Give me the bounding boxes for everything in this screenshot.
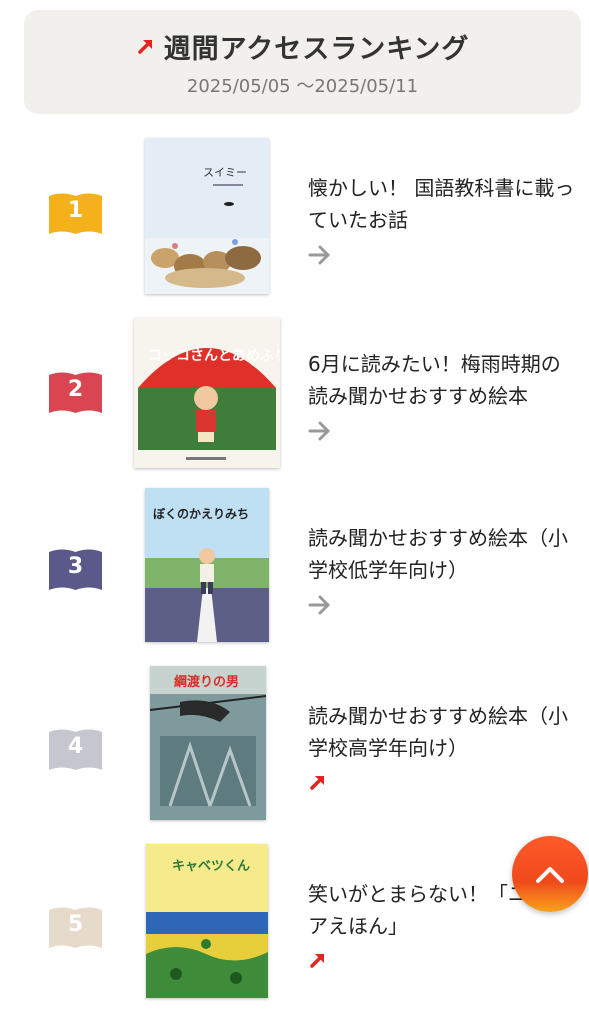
rank-badge: 2 <box>49 371 102 413</box>
rank-number: 3 <box>67 554 84 579</box>
book-cover-kokko-san[interactable]: コッコさんとあめふり <box>134 318 280 468</box>
book-cover-swimmy[interactable]: スイミー <box>145 138 269 294</box>
header-title-text: 週間アクセスランキング <box>163 33 470 65</box>
cover-title-text: ぼくのかえりみち <box>153 507 249 521</box>
rank-badge: 3 <box>49 548 102 590</box>
cover-title-text: 綱渡りの男 <box>174 674 239 690</box>
header-title: 週間アクセスランキング <box>136 27 470 66</box>
book-cover-tsunawatari-no-otoko[interactable]: 綱渡りの男 <box>150 666 266 820</box>
book-cover-cabbage-kun[interactable]: キャベツくん <box>146 844 268 998</box>
up-right-arrow-icon <box>137 40 152 54</box>
ranking-item-5[interactable]: 5 キャベツくん 笑いがとまらない！「ユーモアえほん」 <box>0 842 589 1020</box>
book-cover-boku-no-kaerimichi[interactable]: ぼくのかえりみち <box>145 488 269 642</box>
ranking-item-text: 読み聞かせおすすめ絵本（小学校低学年向け） <box>308 522 580 618</box>
rank-badge: 4 <box>49 728 102 770</box>
ranking-item-text: 6月に読みたい！梅雨時期の読み聞かせおすすめ絵本 <box>308 348 580 444</box>
ranking-item-text: 読み聞かせおすすめ絵本（小学校高学年向け） <box>308 700 580 796</box>
rank-number: 5 <box>67 912 84 937</box>
rank-number: 4 <box>67 734 84 759</box>
trend-indicator <box>308 950 580 974</box>
cover-title-text: スイミー <box>203 166 247 179</box>
ranking-header: 週間アクセスランキング 2025/05/05 ～2025/05/11 <box>24 10 581 114</box>
ranking-item-text: 懐かしい！ 国語教科書に載っていたお話 <box>308 172 580 268</box>
trend-indicator <box>308 772 580 796</box>
cover-title-text: キャベツくん <box>172 859 250 874</box>
right-arrow-icon <box>308 595 330 615</box>
trend-indicator <box>308 594 580 618</box>
ranking-item-title[interactable]: 懐かしい！ 国語教科書に載っていたお話 <box>308 172 580 236</box>
ranking-item-4[interactable]: 4 綱渡りの男 読み聞かせおすすめ絵本（小学校高学年向け） <box>0 664 589 842</box>
ranking-item-3[interactable]: 3 ぼくのかえりみち 読み聞かせおすすめ絵本（小学校低学年向け） <box>0 486 589 664</box>
ranking-list: 1 スイミー 懐かしい！ 国語教科書に載っていたお話 2 コッコさんとあめふり … <box>0 132 589 1020</box>
header-date-range: 2025/05/05 ～2025/05/11 <box>186 75 419 97</box>
cover-title-text: コッコさんとあめふり <box>148 348 280 364</box>
up-right-arrow-icon <box>310 954 324 968</box>
trend-indicator <box>308 420 580 444</box>
ranking-item-title[interactable]: 6月に読みたい！梅雨時期の読み聞かせおすすめ絵本 <box>308 348 580 412</box>
rank-badge: 1 <box>49 192 102 234</box>
trend-indicator <box>308 244 580 268</box>
right-arrow-icon <box>308 245 330 265</box>
ranking-item-title[interactable]: 読み聞かせおすすめ絵本（小学校低学年向け） <box>308 522 580 586</box>
rank-number: 2 <box>67 377 84 402</box>
ranking-item-2[interactable]: 2 コッコさんとあめふり 6月に読みたい！梅雨時期の読み聞かせおすすめ絵本 <box>0 308 589 486</box>
up-right-arrow-icon <box>310 776 324 790</box>
rank-number: 1 <box>67 198 84 223</box>
rank-badge: 5 <box>49 906 102 948</box>
ranking-item-title[interactable]: 読み聞かせおすすめ絵本（小学校高学年向け） <box>308 700 580 764</box>
scroll-to-top-button[interactable] <box>512 836 588 912</box>
chevron-up-icon <box>536 867 564 883</box>
ranking-item-1[interactable]: 1 スイミー 懐かしい！ 国語教科書に載っていたお話 <box>0 132 589 308</box>
right-arrow-icon <box>308 421 330 441</box>
